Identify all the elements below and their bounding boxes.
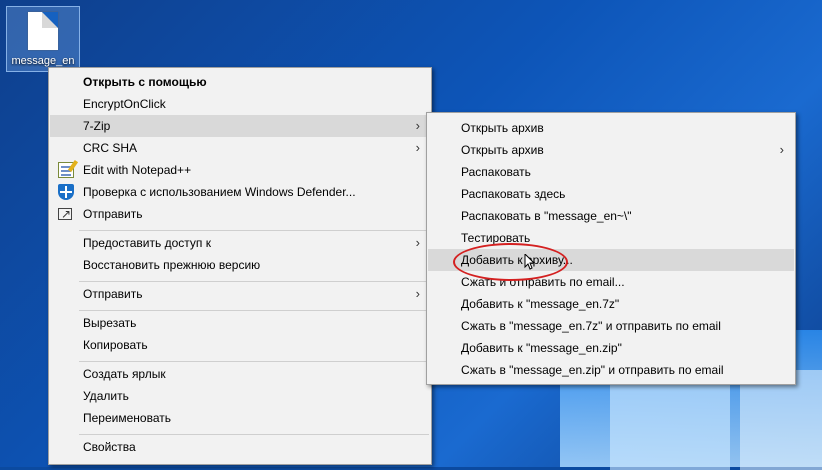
share-icon [58, 203, 72, 225]
context-menu: Открыть с помощью EncryptOnClick 7-Zip ›… [48, 67, 432, 465]
menu-item-label: Отправить [83, 287, 143, 301]
annotation-ellipse [453, 243, 568, 281]
menu-item-crc-sha[interactable]: CRC SHA › [50, 137, 430, 159]
menu-item-label: Копировать [83, 338, 148, 352]
menu-item-label: Распаковать [461, 165, 531, 179]
mouse-cursor-icon [524, 254, 534, 270]
notepad-icon [58, 162, 74, 178]
menu-item-label: Вырезать [83, 316, 137, 330]
zip-item-extract[interactable]: Распаковать [428, 161, 794, 183]
menu-item-label: Распаковать в "message_en~\" [461, 209, 632, 223]
menu-item-label: Добавить к "message_en.7z" [461, 297, 620, 311]
menu-item-label: Сжать в "message_en.zip" и отправить по … [461, 363, 724, 377]
menu-item-label: Открыть архив [461, 121, 544, 135]
menu-item-label: Восстановить прежнюю версию [83, 258, 261, 272]
zip-item-open-archive[interactable]: Открыть архив [428, 117, 794, 139]
menu-item-cut[interactable]: Вырезать [50, 312, 430, 334]
chevron-right-icon: › [415, 118, 420, 133]
menu-separator [79, 434, 429, 435]
chevron-right-icon: › [415, 286, 420, 301]
menu-separator [79, 361, 429, 362]
menu-item-create-shortcut[interactable]: Создать ярлык [50, 363, 430, 385]
document-icon [28, 12, 58, 50]
zip-item-add-zip[interactable]: Добавить к "message_en.zip" [428, 337, 794, 359]
menu-item-copy[interactable]: Копировать [50, 334, 430, 356]
wallpaper-pane [740, 370, 822, 470]
menu-item-encryptonclick[interactable]: EncryptOnClick [50, 93, 430, 115]
menu-item-label: CRC SHA [83, 141, 138, 155]
menu-item-restore-version[interactable]: Восстановить прежнюю версию [50, 254, 430, 276]
menu-item-label: Проверка с использованием Windows Defend… [83, 185, 356, 199]
zip-item-compress-7z-email[interactable]: Сжать в "message_en.7z" и отправить по e… [428, 315, 794, 337]
menu-separator [79, 310, 429, 311]
chevron-right-icon: › [415, 140, 420, 155]
menu-item-open-with[interactable]: Открыть с помощью [50, 71, 430, 93]
menu-item-label: Распаковать здесь [461, 187, 566, 201]
menu-item-label: EncryptOnClick [83, 97, 166, 111]
file-icon-label: message_en [11, 55, 75, 67]
menu-item-label: Удалить [83, 389, 129, 403]
menu-item-7zip[interactable]: 7-Zip › [50, 115, 430, 137]
menu-item-label: Открыть архив [461, 143, 544, 157]
menu-item-edit-notepadpp[interactable]: Edit with Notepad++ [50, 159, 430, 181]
menu-separator [79, 281, 429, 282]
zip-item-compress-zip-email[interactable]: Сжать в "message_en.zip" и отправить по … [428, 359, 794, 381]
menu-item-label: Переименовать [83, 411, 171, 425]
menu-item-defender-scan[interactable]: Проверка с использованием Windows Defend… [50, 181, 430, 203]
wallpaper-pane [610, 380, 730, 470]
chevron-right-icon: › [415, 235, 420, 250]
menu-item-label: Добавить к "message_en.zip" [461, 341, 622, 355]
zip-item-add-7z[interactable]: Добавить к "message_en.7z" [428, 293, 794, 315]
menu-item-label: Открыть с помощью [83, 75, 207, 89]
menu-item-label: Сжать в "message_en.7z" и отправить по e… [461, 319, 721, 333]
zip-item-extract-to-folder[interactable]: Распаковать в "message_en~\" [428, 205, 794, 227]
zip-item-open-archive-sub[interactable]: Открыть архив › [428, 139, 794, 161]
menu-item-label: Edit with Notepad++ [83, 163, 192, 177]
menu-item-label: 7-Zip [83, 119, 111, 133]
zip-item-extract-here[interactable]: Распаковать здесь [428, 183, 794, 205]
menu-item-give-access[interactable]: Предоставить доступ к › [50, 232, 430, 254]
menu-item-label: Свойства [83, 440, 136, 454]
menu-item-share[interactable]: Отправить [50, 203, 430, 225]
menu-item-rename[interactable]: Переименовать [50, 407, 430, 429]
menu-item-label: Предоставить доступ к [83, 236, 211, 250]
menu-item-label: Отправить [83, 207, 143, 221]
defender-shield-icon [58, 184, 74, 200]
desktop-file-icon[interactable]: message_en [6, 6, 80, 72]
menu-item-properties[interactable]: Свойства [50, 436, 430, 458]
menu-item-delete[interactable]: Удалить [50, 385, 430, 407]
menu-item-send-to[interactable]: Отправить › [50, 283, 430, 305]
menu-item-label: Создать ярлык [83, 367, 166, 381]
menu-separator [79, 230, 429, 231]
chevron-right-icon: › [779, 142, 784, 157]
